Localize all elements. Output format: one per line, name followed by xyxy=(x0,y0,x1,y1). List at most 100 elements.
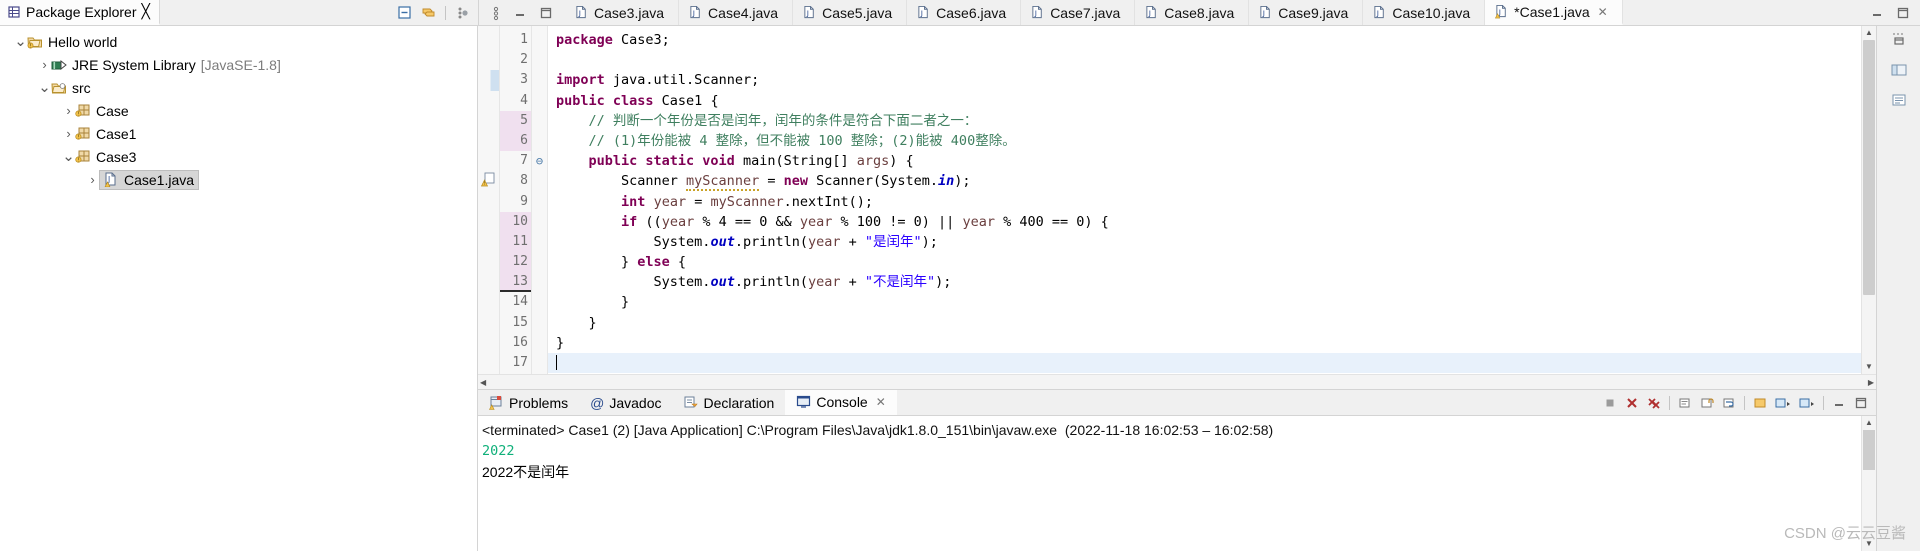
code-line[interactable]: int year = myScanner.nextInt(); xyxy=(548,192,1861,212)
warning-marker-icon[interactable]: ! xyxy=(478,171,499,191)
editor-tab-case6java[interactable]: J Case6.java xyxy=(907,0,1022,25)
editor-tab-case5java[interactable]: J Case5.java xyxy=(793,0,908,25)
chevron-right-icon[interactable]: › xyxy=(86,172,99,187)
java-perspective-icon[interactable] xyxy=(1888,60,1910,80)
remove-all-icon[interactable] xyxy=(1647,396,1661,410)
chevron-right-icon[interactable]: › xyxy=(38,57,51,72)
link-editor-icon[interactable] xyxy=(421,5,436,20)
close-icon[interactable]: ✕ xyxy=(876,395,886,409)
tree-item-case[interactable]: ›! Case xyxy=(0,99,477,122)
java-file-icon: J xyxy=(575,5,589,20)
bottom-tab-javadoc[interactable]: @ Javadoc xyxy=(579,390,672,415)
fold-collapse-icon[interactable]: ⊖ xyxy=(532,151,547,171)
chevron-right-icon[interactable]: › xyxy=(62,126,75,141)
editor-vertical-scrollbar[interactable]: ▲ ▼ xyxy=(1861,26,1876,374)
scroll-up-arrow-icon[interactable]: ▲ xyxy=(1862,26,1876,40)
outline-view-icon[interactable] xyxy=(1888,90,1910,110)
code-line[interactable]: // (1)年份能被 4 整除，但不能被 100 整除；(2)能被 400整除。 xyxy=(548,131,1861,151)
editor-tab-case10java[interactable]: J Case10.java xyxy=(1363,0,1486,25)
bottom-tab-console[interactable]: Console ✕ xyxy=(785,390,897,415)
editor-tab-case7java[interactable]: J Case7.java xyxy=(1021,0,1136,25)
code-line[interactable]: System.out.println(year + "是闰年"); xyxy=(548,232,1861,252)
java-file-icon: J xyxy=(803,5,817,20)
code-line[interactable] xyxy=(548,353,1861,374)
restore-perspective-icon[interactable] xyxy=(1888,30,1910,50)
scroll-lock-icon[interactable] xyxy=(1700,396,1714,410)
tree-item-case3[interactable]: ⌄! Case3 xyxy=(0,145,477,168)
maximize-icon[interactable] xyxy=(1896,6,1910,20)
remove-icon[interactable] xyxy=(1625,396,1639,410)
package-explorer-tree[interactable]: ⌄! Hello world › JRE System Library [JavaSE-… xyxy=(0,26,478,551)
chevron-right-icon[interactable]: › xyxy=(62,103,75,118)
tree-item-suffix: [JavaSE-1.8] xyxy=(200,56,281,73)
svg-text:J: J xyxy=(1034,8,1037,17)
java-editor[interactable]: ! 1 2 3 4 5 6 7 8 9 10 11 12 13 14 15 16 17 ⊖ package Ca… xyxy=(478,26,1876,374)
tree-item-hello-world[interactable]: ⌄! Hello world xyxy=(0,30,477,53)
marker-slot xyxy=(478,50,499,70)
code-line[interactable]: import java.util.Scanner; xyxy=(548,70,1861,90)
tree-item-jre-system-library[interactable]: › JRE System Library [JavaSE-1.8] xyxy=(0,53,477,76)
word-wrap-icon[interactable] xyxy=(1722,396,1736,410)
editor-horizontal-scrollbar[interactable]: ◀ ▶ xyxy=(478,374,1876,389)
collapse-all-icon[interactable] xyxy=(397,5,412,20)
tree-item-case1[interactable]: ›! Case1 xyxy=(0,122,477,145)
console-output-area[interactable]: <terminated> Case1 (2) [Java Application… xyxy=(478,416,1876,551)
code-line[interactable]: if ((year % 4 == 0 && year % 100 != 0) |… xyxy=(548,212,1861,232)
editor-tab-case3java[interactable]: J Case3.java xyxy=(565,0,680,25)
editor-marker-bar[interactable]: ! xyxy=(478,26,500,374)
editor-tab-case4java[interactable]: J Case4.java xyxy=(679,0,794,25)
view-menu-icon[interactable] xyxy=(455,5,470,20)
chevron-down-icon[interactable]: ⌄ xyxy=(62,149,75,164)
scroll-down-arrow-icon[interactable]: ▼ xyxy=(1862,360,1876,374)
editor-tab-case9java[interactable]: J Case9.java xyxy=(1249,0,1364,25)
code-line[interactable]: } xyxy=(548,313,1861,333)
code-token: main(String[] xyxy=(734,153,857,170)
scroll-up-arrow-icon[interactable]: ▲ xyxy=(1862,416,1876,430)
code-line[interactable]: } xyxy=(548,292,1861,312)
minimize-icon[interactable] xyxy=(1870,6,1884,20)
minimize-icon[interactable] xyxy=(513,6,527,20)
code-line[interactable] xyxy=(548,50,1861,70)
close-icon[interactable]: ╳ xyxy=(142,3,150,20)
clear-icon[interactable] xyxy=(1678,396,1692,410)
code-line[interactable]: public static void main(String[] args) { xyxy=(548,151,1861,171)
code-line[interactable]: System.out.println(year + "不是闰年"); xyxy=(548,272,1861,292)
scroll-right-arrow-icon[interactable]: ▶ xyxy=(1868,378,1874,387)
code-line[interactable]: } else { xyxy=(548,252,1861,272)
chevron-down-icon[interactable]: ⌄ xyxy=(38,80,51,95)
code-line[interactable]: public class Case1 { xyxy=(548,91,1861,111)
chevron-down-icon[interactable]: ⌄ xyxy=(14,34,27,49)
svg-text:J: J xyxy=(578,8,581,17)
editor-tab-case1java[interactable]: J *Case1.java ✕ xyxy=(1485,0,1623,25)
scroll-left-arrow-icon[interactable]: ◀ xyxy=(480,378,486,387)
tree-item-case1-java[interactable]: › J Case1.java xyxy=(0,168,477,191)
editor-folding-ruler[interactable]: ⊖ xyxy=(532,26,548,374)
java-file-icon: J xyxy=(1259,5,1273,20)
code-token: System. xyxy=(556,233,711,250)
tree-item-content: J Case1.java xyxy=(99,169,200,190)
tab-package-explorer[interactable]: Package Explorer ╳ xyxy=(0,0,160,25)
console-scroll-thumb[interactable] xyxy=(1863,430,1875,470)
terminate-icon[interactable] xyxy=(1603,396,1617,410)
view-menu-icon[interactable] xyxy=(491,5,501,21)
code-line[interactable]: Scanner myScanner = new Scanner(System.i… xyxy=(548,171,1861,192)
maximize-icon[interactable] xyxy=(539,6,553,20)
code-line[interactable]: package Case3; xyxy=(548,30,1861,50)
minimize-icon[interactable] xyxy=(1832,396,1846,410)
code-line[interactable]: // 判断一个年份是否是闰年，闰年的条件是符合下面二者之一： xyxy=(548,111,1861,131)
editor-code-area[interactable]: package Case3; import java.util.Scanner; p… xyxy=(548,26,1861,374)
pin-icon[interactable] xyxy=(1753,396,1767,410)
bottom-tab-declaration[interactable]: Declaration xyxy=(673,390,786,415)
tree-item-src[interactable]: ⌄ src xyxy=(0,76,477,99)
code-line[interactable]: } xyxy=(548,333,1861,353)
open-console-icon[interactable] xyxy=(1799,396,1815,410)
editor-scroll-thumb[interactable] xyxy=(1863,40,1875,295)
bottom-tab-problems[interactable]: Problems xyxy=(478,390,579,415)
editor-tab-case8java[interactable]: J Case8.java xyxy=(1135,0,1250,25)
maximize-icon[interactable] xyxy=(1854,396,1868,410)
display-console-icon[interactable] xyxy=(1775,396,1791,410)
close-icon[interactable]: ✕ xyxy=(1598,5,1608,19)
